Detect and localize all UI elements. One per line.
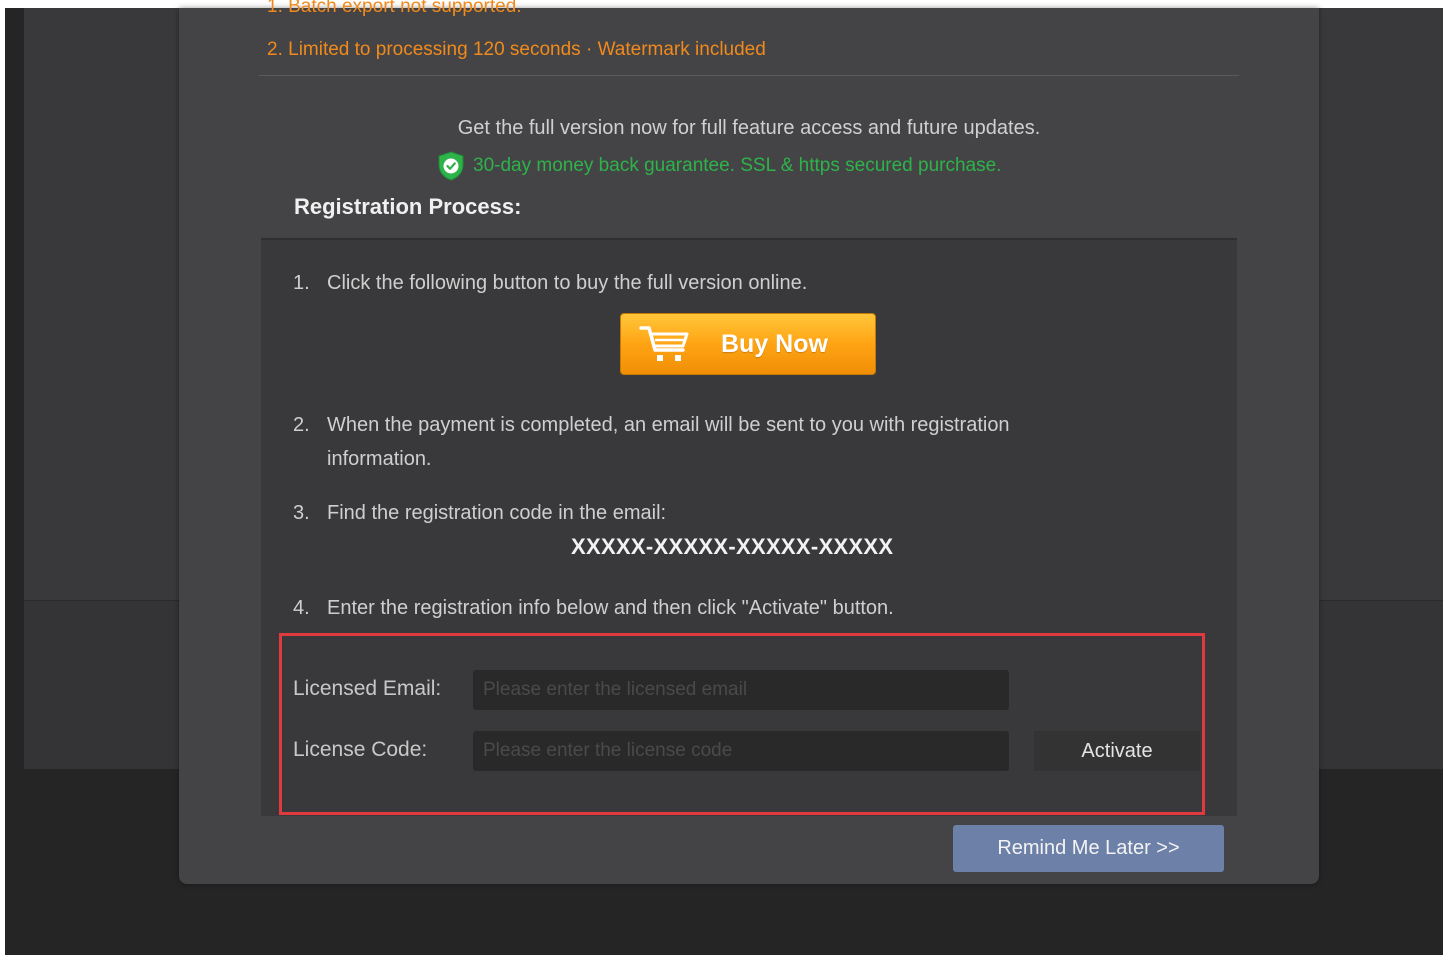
buy-now-label: Buy Now <box>721 329 828 358</box>
registration-title: Registration Process: <box>294 194 522 219</box>
divider <box>259 75 1239 76</box>
trial-limit-duration: 2. Limited to processing 120 seconds · W… <box>267 39 766 60</box>
guarantee-text: 30-day money back guarantee. SSL & https… <box>473 155 1002 176</box>
promo-text: Get the full version now for full featur… <box>457 117 1041 139</box>
registration-form-highlight <box>279 633 1205 815</box>
shield-check-icon <box>437 151 465 181</box>
step-2: 2. When the payment is completed, an emai… <box>293 414 1010 470</box>
remind-me-later-button[interactable]: Remind Me Later >> <box>953 825 1224 872</box>
shopping-cart-icon <box>639 322 695 366</box>
guarantee-line: 30-day money back guarantee. SSL & https… <box>437 151 1001 181</box>
registration-code-format: XXXXX-XXXXX-XXXXX-XXXXX <box>571 534 894 559</box>
buy-now-button[interactable]: Buy Now <box>620 313 876 375</box>
trial-limit-batch: 1. Batch export not supported. <box>267 0 522 17</box>
step-1: 1. Click the following button to buy the … <box>293 272 808 294</box>
step-3: 3. Find the registration code in the emai… <box>293 502 667 524</box>
step-4: 4. Enter the registration info below and … <box>293 597 894 619</box>
